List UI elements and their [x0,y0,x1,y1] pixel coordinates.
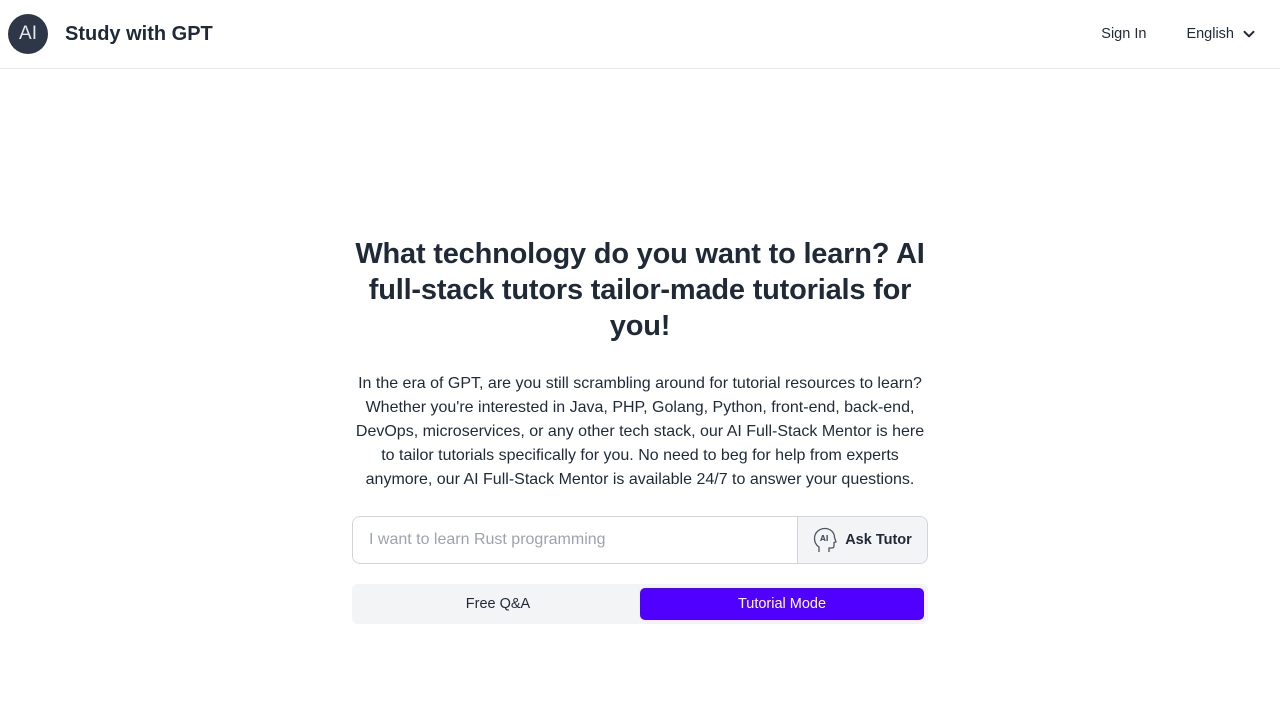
language-label: English [1186,26,1234,42]
mode-label: Tutorial Mode [737,596,827,612]
mode-toggle: Free Q&A Tutorial Mode [352,584,928,624]
sign-in-link[interactable]: Sign In [1101,26,1146,42]
hero-description: In the era of GPT, are you still scrambl… [355,375,925,488]
ask-tutor-label: Ask Tutor [845,532,912,548]
home-link[interactable]: AI Study with GPT [8,14,213,54]
ask-tutor-button[interactable]: AI Ask Tutor [797,517,927,563]
ai-head-icon: AI [814,527,837,552]
mode-tutorial[interactable]: Tutorial Mode [640,588,924,620]
page-title: What technology do you want to learn? AI… [355,238,925,342]
mode-label: Free Q&A [465,596,531,612]
logo-avatar: AI [8,14,48,54]
brand-name: Study with GPT [65,22,213,45]
top-nav: AI Study with GPT Sign In English [0,0,1280,69]
language-selector[interactable]: English [1186,26,1256,42]
mode-free-qa[interactable]: Free Q&A [356,588,640,620]
chevron-down-icon [1243,30,1255,38]
hero-section: What technology do you want to learn? AI… [352,236,928,624]
search-bar: AI Ask Tutor [352,516,928,564]
svg-text:AI: AI [820,534,829,543]
nav-right: Sign In English [1101,0,1256,68]
search-input[interactable] [353,517,797,563]
